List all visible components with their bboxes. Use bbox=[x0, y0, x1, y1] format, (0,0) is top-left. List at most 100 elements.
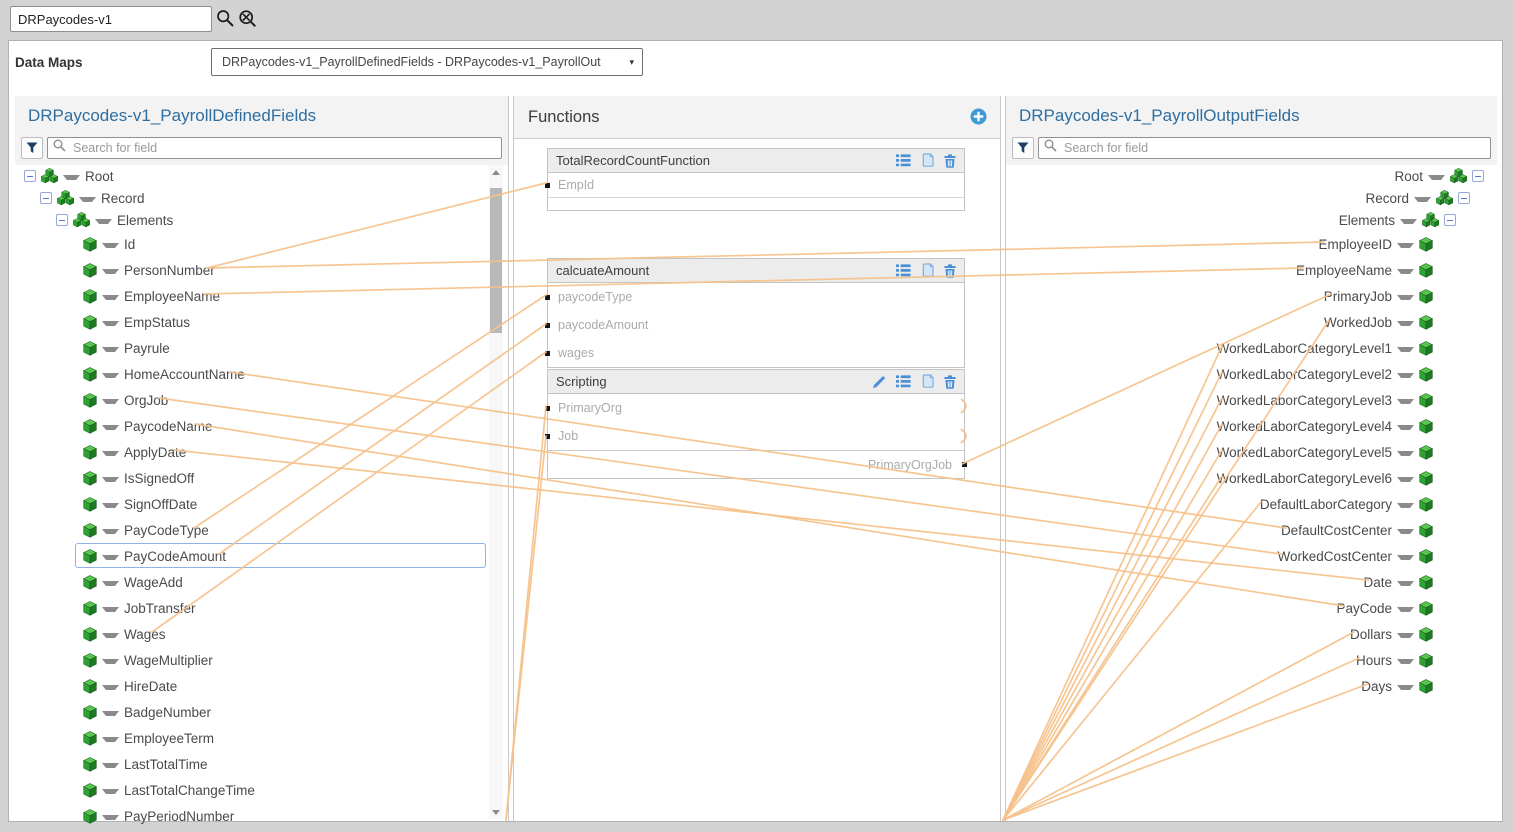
function-input-empid[interactable]: EmpId bbox=[548, 173, 964, 198]
tree-item-workedlaborcategorylevel2[interactable]: WorkedLaborCategoryLevel2 bbox=[1006, 361, 1497, 387]
collapse-icon[interactable] bbox=[56, 214, 68, 226]
chevron-down-icon[interactable] bbox=[102, 477, 119, 482]
tree-item-workedlaborcategorylevel3[interactable]: WorkedLaborCategoryLevel3 bbox=[1006, 387, 1497, 413]
tree-item-applydate[interactable]: ApplyDate bbox=[15, 439, 490, 465]
chevron-down-icon[interactable] bbox=[1397, 451, 1414, 456]
chevron-down-icon[interactable] bbox=[95, 219, 112, 224]
trash-icon[interactable] bbox=[944, 375, 956, 389]
data-map-select[interactable]: DRPaycodes-v1_PayrollDefinedFields - DRP… bbox=[211, 48, 643, 76]
chevron-down-icon[interactable] bbox=[1397, 269, 1414, 274]
tree-item-workedlaborcategorylevel1[interactable]: WorkedLaborCategoryLevel1 bbox=[1006, 335, 1497, 361]
scroll-down-icon[interactable] bbox=[489, 805, 503, 819]
scrollbar-thumb[interactable] bbox=[490, 188, 502, 333]
tree-item-payperiodnumber[interactable]: PayPeriodNumber bbox=[15, 803, 490, 829]
collapse-icon[interactable] bbox=[1458, 192, 1470, 204]
collapse-icon[interactable] bbox=[40, 192, 52, 204]
function-input-job[interactable]: Job bbox=[548, 422, 964, 450]
tree-item-paycodename[interactable]: PaycodeName bbox=[15, 413, 490, 439]
tree-item-paycodetype[interactable]: PayCodeType bbox=[15, 517, 490, 543]
chevron-down-icon[interactable] bbox=[102, 321, 119, 326]
tree-item-homeaccountname[interactable]: HomeAccountName bbox=[15, 361, 490, 387]
chevron-down-icon[interactable] bbox=[1428, 175, 1445, 180]
list-icon[interactable] bbox=[896, 264, 911, 277]
function-box-calcuateamount[interactable]: calcuateAmountpaycodeTypepaycodeAmountwa… bbox=[547, 258, 965, 368]
chevron-down-icon[interactable] bbox=[102, 659, 119, 664]
pencil-icon[interactable] bbox=[872, 375, 886, 389]
input-port[interactable] bbox=[545, 351, 550, 356]
function-input-paycodeamount[interactable]: paycodeAmount bbox=[548, 311, 964, 339]
chevron-down-icon[interactable] bbox=[102, 425, 119, 430]
tree-item-signoffdate[interactable]: SignOffDate bbox=[15, 491, 490, 517]
chevron-down-icon[interactable] bbox=[1397, 529, 1414, 534]
map-name-input[interactable] bbox=[10, 6, 212, 32]
trash-icon[interactable] bbox=[944, 154, 956, 168]
chevron-down-icon[interactable] bbox=[102, 815, 119, 820]
chevron-down-icon[interactable] bbox=[102, 789, 119, 794]
chevron-down-icon[interactable] bbox=[1397, 685, 1414, 690]
chevron-down-icon[interactable] bbox=[102, 555, 119, 560]
chevron-down-icon[interactable] bbox=[102, 711, 119, 716]
source-search-input[interactable] bbox=[71, 140, 496, 156]
function-input-wages[interactable]: wages bbox=[548, 339, 964, 367]
tree-item-dollars[interactable]: Dollars bbox=[1006, 621, 1497, 647]
tree-item-lasttotalchangetime[interactable]: LastTotalChangeTime bbox=[15, 777, 490, 803]
list-icon[interactable] bbox=[896, 375, 911, 388]
chevron-down-icon[interactable] bbox=[102, 399, 119, 404]
scroll-up-icon[interactable] bbox=[489, 165, 503, 179]
tree-item-lasttotaltime[interactable]: LastTotalTime bbox=[15, 751, 490, 777]
chevron-down-icon[interactable] bbox=[1397, 373, 1414, 378]
tree-item-payrule[interactable]: Payrule bbox=[15, 335, 490, 361]
tree-item-wageadd[interactable]: WageAdd bbox=[15, 569, 490, 595]
tree-item-personnumber[interactable]: PersonNumber bbox=[15, 257, 490, 283]
chevron-down-icon[interactable] bbox=[1397, 399, 1414, 404]
chevron-down-icon[interactable] bbox=[1397, 555, 1414, 560]
filter-button[interactable] bbox=[1012, 137, 1034, 159]
chevron-down-icon[interactable] bbox=[102, 607, 119, 612]
chevron-down-icon[interactable] bbox=[102, 581, 119, 586]
tree-item-employeename[interactable]: EmployeeName bbox=[1006, 257, 1497, 283]
chevron-down-icon[interactable] bbox=[1397, 243, 1414, 248]
tree-item-defaultcostcenter[interactable]: DefaultCostCenter bbox=[1006, 517, 1497, 543]
chevron-down-icon[interactable] bbox=[1397, 347, 1414, 352]
tree-item-workedjob[interactable]: WorkedJob bbox=[1006, 309, 1497, 335]
chevron-down-icon[interactable] bbox=[102, 737, 119, 742]
source-scrollbar[interactable] bbox=[489, 165, 503, 819]
input-port[interactable] bbox=[545, 323, 550, 328]
tree-item-id[interactable]: Id bbox=[15, 231, 490, 257]
chevron-down-icon[interactable] bbox=[1414, 197, 1431, 202]
tree-item-root[interactable]: Root bbox=[1006, 165, 1497, 187]
chevron-down-icon[interactable] bbox=[1397, 607, 1414, 612]
input-port[interactable] bbox=[545, 295, 550, 300]
tree-item-issignedoff[interactable]: IsSignedOff bbox=[15, 465, 490, 491]
chevron-down-icon[interactable] bbox=[1397, 321, 1414, 326]
collapse-icon[interactable] bbox=[24, 170, 36, 182]
chevron-down-icon[interactable] bbox=[1400, 219, 1417, 224]
chevron-down-icon[interactable] bbox=[1397, 425, 1414, 430]
chevron-down-icon[interactable] bbox=[102, 269, 119, 274]
tree-item-hours[interactable]: Hours bbox=[1006, 647, 1497, 673]
chevron-down-icon[interactable] bbox=[1397, 581, 1414, 586]
tree-item-jobtransfer[interactable]: JobTransfer bbox=[15, 595, 490, 621]
chevron-down-icon[interactable] bbox=[102, 503, 119, 508]
collapse-icon[interactable] bbox=[1444, 214, 1456, 226]
chevron-down-icon[interactable] bbox=[1397, 503, 1414, 508]
tree-item-primaryjob[interactable]: PrimaryJob bbox=[1006, 283, 1497, 309]
tree-item-elements[interactable]: Elements bbox=[15, 209, 490, 231]
list-icon[interactable] bbox=[896, 154, 911, 167]
chevron-down-icon[interactable] bbox=[102, 633, 119, 638]
tree-item-days[interactable]: Days bbox=[1006, 673, 1497, 699]
chevron-down-icon[interactable] bbox=[1397, 295, 1414, 300]
tree-item-defaultlaborcategory[interactable]: DefaultLaborCategory bbox=[1006, 491, 1497, 517]
tree-item-record[interactable]: Record bbox=[15, 187, 490, 209]
chevron-down-icon[interactable] bbox=[102, 451, 119, 456]
chevron-down-icon[interactable] bbox=[1397, 659, 1414, 664]
chevron-down-icon[interactable] bbox=[102, 763, 119, 768]
tree-item-wagemultiplier[interactable]: WageMultiplier bbox=[15, 647, 490, 673]
tree-item-hiredate[interactable]: HireDate bbox=[15, 673, 490, 699]
input-port[interactable] bbox=[545, 183, 550, 188]
tree-item-wages[interactable]: Wages bbox=[15, 621, 490, 647]
chevron-down-icon[interactable] bbox=[79, 197, 96, 202]
tree-item-orgjob[interactable]: OrgJob bbox=[15, 387, 490, 413]
tree-item-employeeid[interactable]: EmployeeID bbox=[1006, 231, 1497, 257]
chevron-down-icon[interactable] bbox=[102, 529, 119, 534]
